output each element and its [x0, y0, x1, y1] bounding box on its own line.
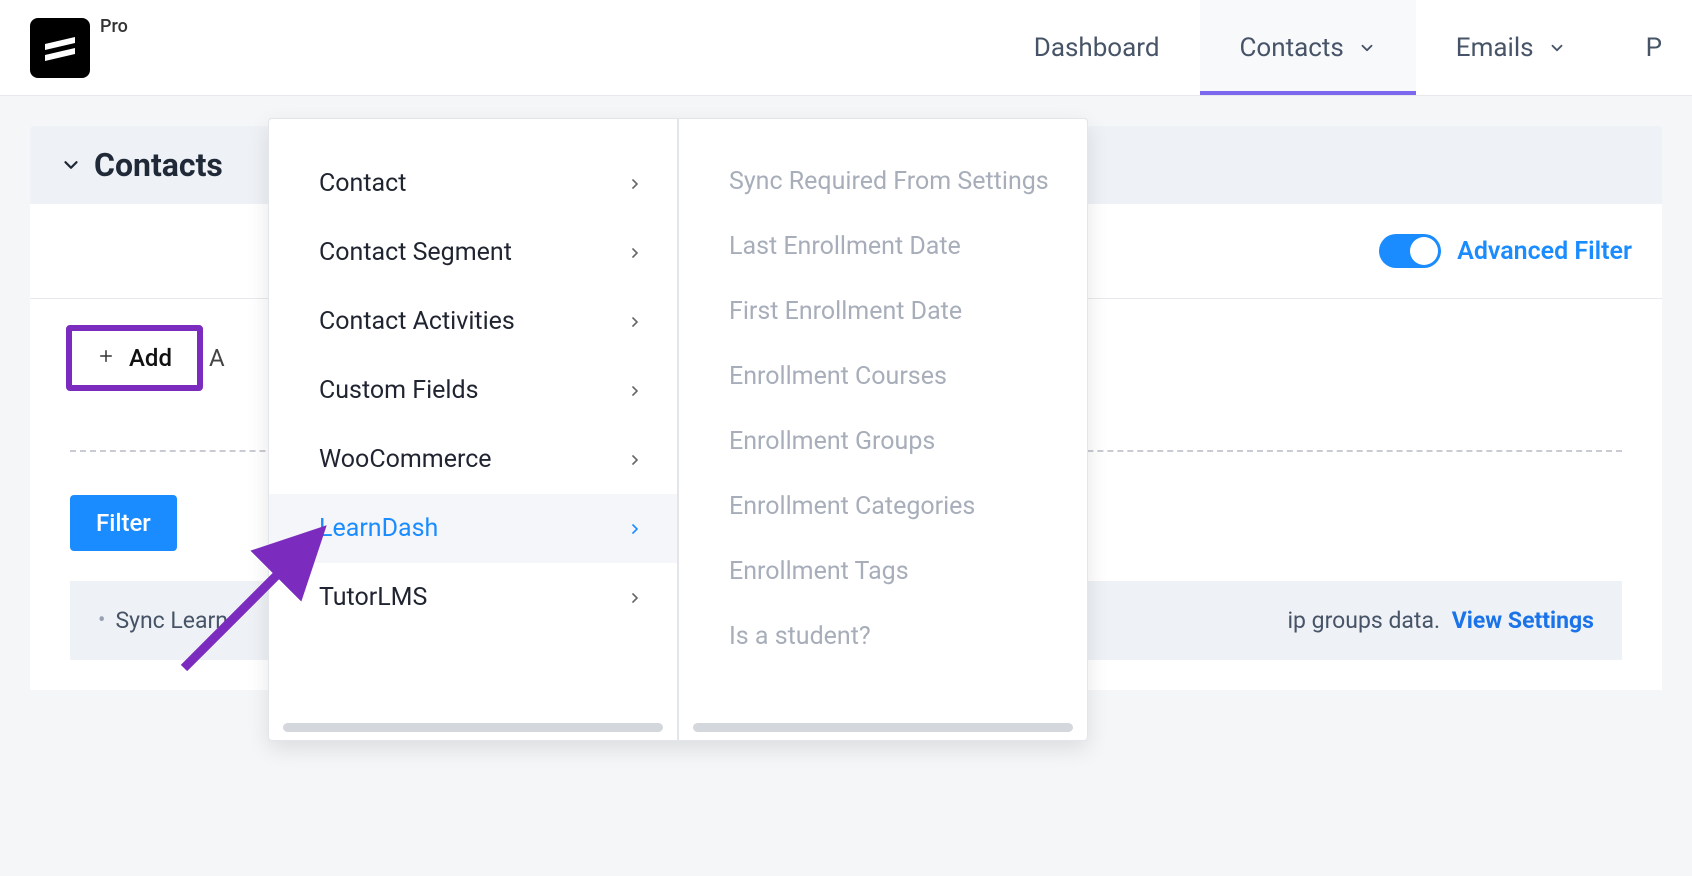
chevron-down-icon [1548, 39, 1566, 57]
chevron-right-icon [627, 452, 643, 468]
info-right: ip groups data. View Settings [1287, 607, 1594, 634]
filter-category-item[interactable]: Contact [269, 149, 677, 218]
filter-sub-item[interactable]: Enrollment Courses [679, 344, 1087, 409]
nav-partial[interactable]: P [1606, 0, 1662, 95]
category-label: Custom Fields [319, 376, 479, 405]
filter-category-item[interactable]: Contact Segment [269, 218, 677, 287]
chevron-right-icon [627, 314, 643, 330]
chevron-right-icon [627, 521, 643, 537]
add-button[interactable]: Add [70, 329, 199, 387]
popup-categories-col: Contact Contact Segment Contact Activities… [269, 119, 679, 740]
nav-label: Emails [1456, 33, 1534, 63]
chevron-down-icon [1358, 39, 1376, 57]
filter-button[interactable]: Filter [70, 495, 177, 551]
info-prefix: Sync Learn [115, 607, 228, 634]
category-label: Contact Activities [319, 307, 515, 336]
top-nav: Pro Dashboard Contacts Emails P [0, 0, 1692, 96]
trailing-text: A [209, 344, 225, 372]
nav-label: Contacts [1240, 33, 1344, 63]
app-logo [30, 18, 90, 78]
filter-category-item[interactable]: TutorLMS [269, 563, 677, 632]
filter-sub-item[interactable]: Last Enrollment Date [679, 214, 1087, 279]
category-label: Contact [319, 169, 406, 198]
chevron-right-icon [627, 176, 643, 192]
nav-label: Dashboard [1034, 33, 1160, 63]
category-label: Contact Segment [319, 238, 512, 267]
chevron-right-icon [627, 383, 643, 399]
advanced-filter-label: Advanced Filter [1457, 237, 1632, 266]
filter-sub-item[interactable]: First Enrollment Date [679, 279, 1087, 344]
nav-label: P [1646, 33, 1662, 63]
nav-contacts[interactable]: Contacts [1200, 0, 1416, 95]
filter-sub-item[interactable]: Enrollment Groups [679, 409, 1087, 474]
chevron-right-icon [627, 590, 643, 606]
nav-items: Dashboard Contacts Emails P [994, 0, 1662, 95]
filter-category-item[interactable]: LearnDash [269, 494, 677, 563]
filter-category-item[interactable]: WooCommerce [269, 425, 677, 494]
filter-sub-item[interactable]: Is a student? [679, 604, 1087, 669]
add-label: Add [129, 344, 172, 372]
advanced-filter-toggle[interactable] [1379, 234, 1441, 268]
category-label: LearnDash [319, 514, 438, 543]
chevron-down-icon [60, 154, 82, 176]
filter-sub-item[interactable]: Enrollment Tags [679, 539, 1087, 604]
toggle-knob [1410, 237, 1438, 265]
view-settings-link[interactable]: View Settings [1452, 607, 1594, 634]
filter-sub-item[interactable]: Enrollment Categories [679, 474, 1087, 539]
category-label: WooCommerce [319, 445, 492, 474]
chevron-right-icon [627, 245, 643, 261]
info-suffix: ip groups data. [1287, 607, 1440, 634]
pro-label: Pro [100, 16, 128, 37]
filter-category-item[interactable]: Contact Activities [269, 287, 677, 356]
scrollbar-horizontal[interactable] [283, 723, 663, 732]
filter-category-item[interactable]: Custom Fields [269, 356, 677, 425]
logo-icon [42, 30, 78, 66]
bullet-icon: • [98, 608, 105, 633]
nav-dashboard[interactable]: Dashboard [994, 0, 1200, 95]
page-title: Contacts [94, 146, 223, 184]
filter-popup: Contact Contact Segment Contact Activities… [268, 118, 1088, 741]
nav-emails[interactable]: Emails [1416, 0, 1606, 95]
category-label: TutorLMS [319, 583, 427, 612]
plus-icon [97, 347, 115, 369]
filter-sub-item[interactable]: Sync Required From Settings [679, 149, 1087, 214]
scrollbar-horizontal[interactable] [693, 723, 1073, 732]
popup-subitems-col: Sync Required From SettingsLast Enrollme… [679, 119, 1087, 740]
